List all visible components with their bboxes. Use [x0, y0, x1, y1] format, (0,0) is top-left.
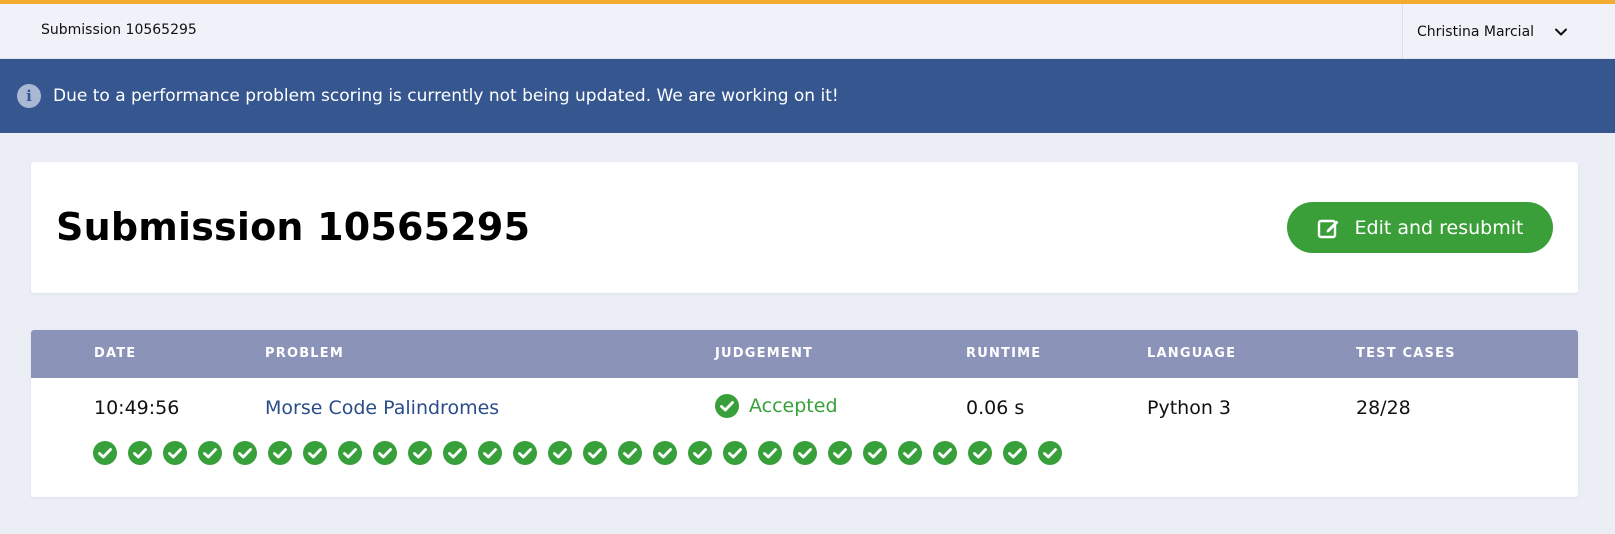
test-case-passed-icon[interactable]	[653, 441, 677, 465]
test-case-passed-icon[interactable]	[548, 441, 572, 465]
test-case-passed-icon[interactable]	[128, 441, 152, 465]
test-case-passed-icon[interactable]	[793, 441, 817, 465]
notice-banner: i Due to a performance problem scoring i…	[0, 59, 1615, 133]
check-circle-icon	[715, 394, 739, 418]
edit-icon	[1317, 219, 1339, 238]
table-header: DATE PROBLEM JUDGEMENT RUNTIME LANGUAGE …	[31, 330, 1578, 378]
test-case-passed-icon[interactable]	[408, 441, 432, 465]
column-header-language: LANGUAGE	[1147, 346, 1237, 361]
test-case-passed-icon[interactable]	[268, 441, 292, 465]
column-header-date: DATE	[94, 346, 137, 361]
cell-test-cases: 28/28	[1356, 397, 1411, 419]
test-case-passed-icon[interactable]	[933, 441, 957, 465]
judgement-label: Accepted	[749, 395, 838, 417]
test-case-passed-icon[interactable]	[863, 441, 887, 465]
test-case-passed-icon[interactable]	[513, 441, 537, 465]
test-case-passed-icon[interactable]	[478, 441, 502, 465]
test-case-passed-icon[interactable]	[1038, 441, 1062, 465]
page-title: Submission 10565295	[56, 205, 531, 249]
test-case-passed-icon[interactable]	[968, 441, 992, 465]
test-case-passed-icon[interactable]	[688, 441, 712, 465]
test-case-passed-icon[interactable]	[163, 441, 187, 465]
cell-language: Python 3	[1147, 397, 1231, 419]
test-case-passed-icon[interactable]	[303, 441, 327, 465]
top-bar: Submission 10565295 Christina Marcial	[0, 0, 1615, 59]
test-case-passed-icon[interactable]	[828, 441, 852, 465]
test-case-passed-icon[interactable]	[198, 441, 222, 465]
cell-runtime: 0.06 s	[966, 397, 1025, 419]
info-icon: i	[17, 84, 41, 108]
test-case-passed-icon[interactable]	[723, 441, 747, 465]
test-case-passed-icon[interactable]	[233, 441, 257, 465]
test-case-passed-icon[interactable]	[583, 441, 607, 465]
notice-text: Due to a performance problem scoring is …	[53, 86, 839, 106]
cell-date: 10:49:56	[94, 397, 180, 419]
test-case-passed-icon[interactable]	[443, 441, 467, 465]
test-case-passed-icon[interactable]	[898, 441, 922, 465]
test-case-passed-icon[interactable]	[93, 441, 117, 465]
test-case-passed-icon[interactable]	[758, 441, 782, 465]
column-header-test-cases: TEST CASES	[1356, 346, 1456, 361]
test-case-passed-icon[interactable]	[373, 441, 397, 465]
column-header-runtime: RUNTIME	[966, 346, 1042, 361]
user-menu[interactable]: Christina Marcial	[1402, 4, 1615, 59]
column-header-judgement: JUDGEMENT	[715, 346, 814, 361]
submission-header-card: Submission 10565295 Edit and resubmit	[31, 162, 1578, 293]
edit-and-resubmit-label: Edit and resubmit	[1354, 216, 1524, 239]
cell-judgement: Accepted	[715, 394, 838, 418]
test-case-passed-icon[interactable]	[338, 441, 362, 465]
column-header-problem: PROBLEM	[265, 346, 344, 361]
breadcrumb-title: Submission 10565295	[41, 22, 197, 38]
edit-and-resubmit-button[interactable]: Edit and resubmit	[1287, 202, 1553, 253]
submission-table: DATE PROBLEM JUDGEMENT RUNTIME LANGUAGE …	[31, 330, 1578, 497]
user-name: Christina Marcial	[1417, 23, 1535, 40]
chevron-down-icon	[1555, 28, 1567, 36]
test-case-results	[93, 441, 1073, 465]
problem-link[interactable]: Morse Code Palindromes	[265, 397, 499, 419]
test-case-passed-icon[interactable]	[1003, 441, 1027, 465]
test-case-passed-icon[interactable]	[618, 441, 642, 465]
